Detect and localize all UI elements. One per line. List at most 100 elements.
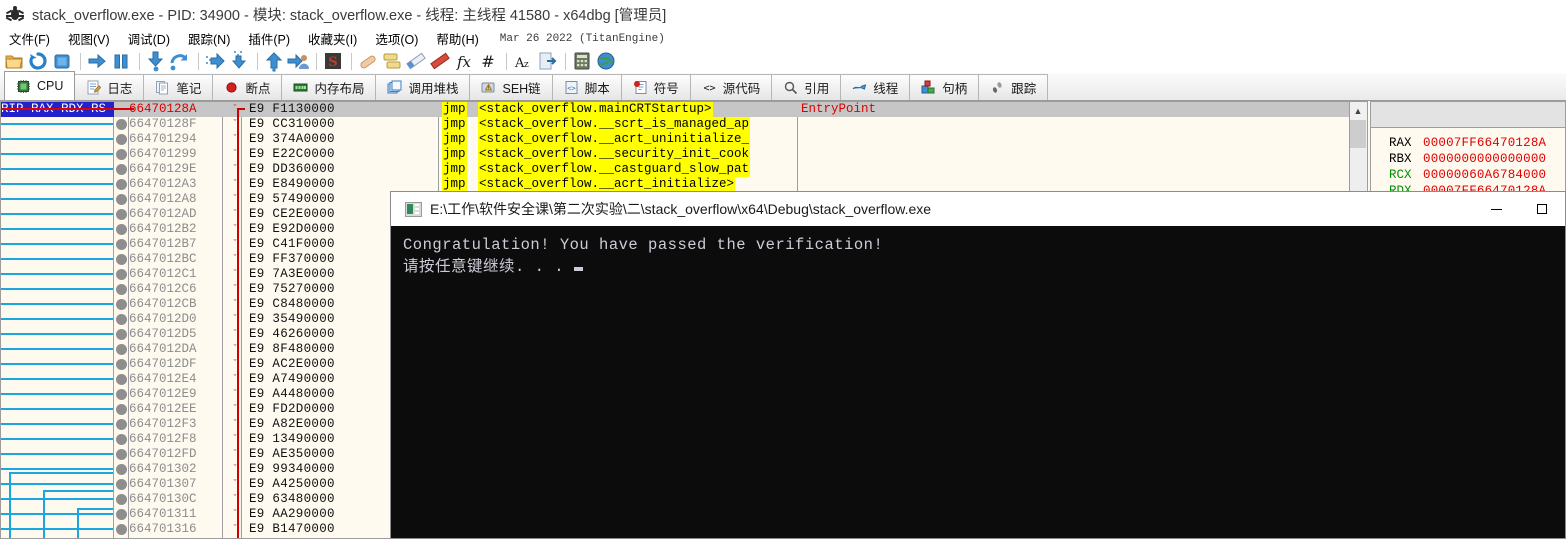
- instruction-operand: <stack_overflow.__scrt_is_managed_ap: [478, 117, 751, 132]
- register-row[interactable]: RCX 00000060A6784000: [1371, 167, 1565, 183]
- breakpoint-toggle-dot[interactable]: [116, 299, 127, 310]
- graph-branch-line: [1, 303, 113, 305]
- execute-till-return-icon[interactable]: [263, 50, 285, 72]
- maximize-button[interactable]: [1519, 192, 1565, 226]
- console-output[interactable]: Congratulation! You have passed the veri…: [391, 226, 1565, 538]
- hash-icon[interactable]: #: [477, 50, 499, 72]
- menu-debug[interactable]: 调试(D): [119, 27, 179, 50]
- breakpoint-toggle-dot[interactable]: [116, 149, 127, 160]
- notes-icon[interactable]: [405, 50, 427, 72]
- menu-favourites[interactable]: 收藏夹(I): [299, 27, 366, 50]
- breakpoint-toggle-dot[interactable]: [116, 179, 127, 190]
- instruction-address: 6647012C1: [129, 267, 197, 281]
- trace-into-icon[interactable]: [204, 50, 226, 72]
- formula-icon[interactable]: fx: [453, 50, 475, 72]
- tab-references[interactable]: 引用: [771, 74, 842, 100]
- breakpoint-toggle-dot[interactable]: [116, 494, 127, 505]
- chevron-down-icon: ˇ: [233, 283, 237, 293]
- breakpoint-toggle-dot[interactable]: [116, 524, 127, 535]
- run-to-user-code-icon[interactable]: [287, 50, 309, 72]
- breakpoint-toggle-dot[interactable]: [116, 344, 127, 355]
- bookmark-icon[interactable]: [429, 50, 451, 72]
- breakpoint-toggle-dot[interactable]: [116, 209, 127, 220]
- breakpoint-toggle-dot[interactable]: [116, 404, 127, 415]
- tab-log[interactable]: 日志: [74, 74, 145, 100]
- breakpoint-toggle-dot[interactable]: [116, 269, 127, 280]
- pause-icon[interactable]: [110, 50, 132, 72]
- tab-source[interactable]: <> 源代码: [689, 74, 773, 100]
- graph-branch-line: [1, 438, 113, 440]
- breakpoint-toggle-dot[interactable]: [116, 329, 127, 340]
- register-row[interactable]: RAX 00007FF66470128A: [1371, 135, 1565, 151]
- register-row[interactable]: RBX 0000000000000000: [1371, 151, 1565, 167]
- log-window-icon[interactable]: [381, 50, 403, 72]
- step-into-icon[interactable]: [145, 50, 167, 72]
- graph-branch-line: [1, 468, 113, 470]
- breakpoint-toggle-dot[interactable]: [116, 449, 127, 460]
- breakpoint-toggle-dot[interactable]: [116, 389, 127, 400]
- breakpoint-toggle-dot[interactable]: [116, 134, 127, 145]
- menu-options[interactable]: 选项(O): [366, 27, 427, 50]
- menu-trace[interactable]: 跟踪(N): [179, 27, 239, 50]
- tab-call-stack[interactable]: 调用堆栈: [375, 74, 471, 100]
- svg-text:!: !: [488, 86, 489, 92]
- tab-memory-map[interactable]: 内存布局: [281, 74, 377, 100]
- globe-icon[interactable]: [595, 50, 617, 72]
- run-icon[interactable]: [86, 50, 108, 72]
- build-stamp: Mar 26 2022 (TitanEngine): [499, 32, 665, 45]
- breakpoint-toggle-dot[interactable]: [116, 254, 127, 265]
- scrollbar-thumb[interactable]: [1350, 120, 1366, 148]
- chevron-down-icon: ˇ: [233, 253, 237, 263]
- scroll-up-arrow[interactable]: ▲: [1350, 102, 1366, 119]
- breakpoint-toggle-dot[interactable]: [116, 374, 127, 385]
- menu-view[interactable]: 视图(V): [59, 27, 119, 50]
- calculator-icon[interactable]: [571, 50, 593, 72]
- tab-script[interactable]: <> 脚本: [551, 74, 622, 100]
- open-file-icon[interactable]: [3, 50, 25, 72]
- minimize-button[interactable]: [1473, 192, 1519, 226]
- tab-handles[interactable]: 句柄: [909, 74, 980, 100]
- tab-threads[interactable]: 线程: [840, 74, 911, 100]
- instruction-address: 6647012EE: [129, 402, 197, 416]
- breakpoint-toggle-dot[interactable]: [116, 434, 127, 445]
- tab-seh[interactable]: ! SEH链: [469, 74, 553, 100]
- chevron-down-icon: ˇ: [233, 163, 237, 173]
- restart-icon[interactable]: [27, 50, 49, 72]
- tab-label: CPU: [37, 79, 64, 93]
- font-icon[interactable]: Az: [512, 50, 534, 72]
- tab-symbols[interactable]: 符号: [620, 74, 691, 100]
- svg-text:S: S: [328, 55, 337, 70]
- chevron-down-icon: ˇ: [233, 508, 237, 518]
- tab-notes[interactable]: 笔记: [143, 74, 214, 100]
- breakpoint-toggle-dot[interactable]: [116, 419, 127, 430]
- patches-icon[interactable]: [357, 50, 379, 72]
- breakpoint-toggle-dot[interactable]: [116, 509, 127, 520]
- breakpoint-toggle-dot[interactable]: [116, 194, 127, 205]
- stop-icon[interactable]: [51, 50, 73, 72]
- menu-plugins[interactable]: 插件(P): [239, 27, 299, 50]
- export-icon[interactable]: [536, 50, 558, 72]
- console-title-bar[interactable]: E:\工作\软件安全课\第二次实验\二\stack_overflow\x64\D…: [391, 192, 1565, 227]
- menu-file[interactable]: 文件(F): [0, 27, 59, 50]
- console-window[interactable]: E:\工作\软件安全课\第二次实验\二\stack_overflow\x64\D…: [390, 191, 1566, 539]
- breakpoint-toggle-dot[interactable]: [116, 359, 127, 370]
- breakpoint-toggle-dot[interactable]: [116, 479, 127, 490]
- tab-trace[interactable]: 跟踪: [978, 74, 1049, 100]
- instruction-address: 6647012E9: [129, 387, 197, 401]
- breakpoint-toggle-dot[interactable]: [116, 164, 127, 175]
- breakpoint-toggle-dot[interactable]: [116, 314, 127, 325]
- breakpoint-toggle-dot[interactable]: [116, 464, 127, 475]
- breakpoint-toggle-dot[interactable]: [116, 284, 127, 295]
- breakpoint-toggle-dot[interactable]: [116, 239, 127, 250]
- step-over-icon[interactable]: [169, 50, 191, 72]
- tab-cpu[interactable]: CPU: [4, 71, 76, 100]
- graph-branch-line: [1, 123, 113, 125]
- instruction-address: 664701299: [129, 147, 197, 161]
- tab-label: 符号: [653, 82, 679, 96]
- menu-help[interactable]: 帮助(H): [427, 27, 487, 50]
- tab-breakpoints[interactable]: 断点: [212, 74, 283, 100]
- scylla-icon[interactable]: S: [322, 50, 344, 72]
- breakpoint-toggle-dot[interactable]: [116, 224, 127, 235]
- breakpoint-toggle-dot[interactable]: [116, 119, 127, 130]
- trace-over-icon[interactable]: [228, 50, 250, 72]
